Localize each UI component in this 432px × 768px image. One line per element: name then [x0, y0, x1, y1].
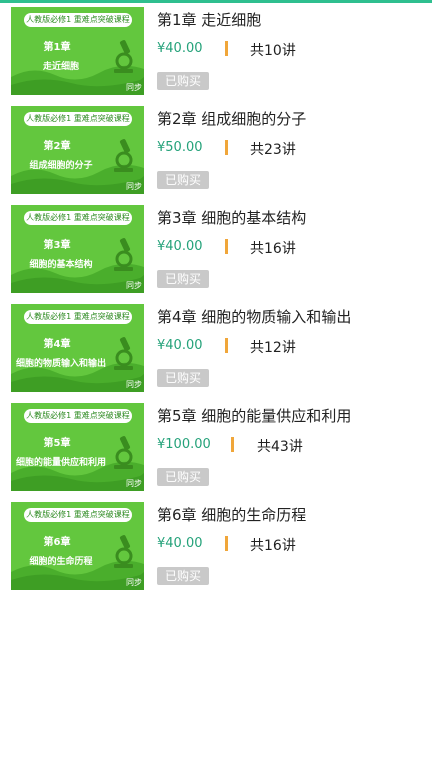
purchased-badge: 已购买: [157, 72, 209, 90]
course-title[interactable]: 第6章 细胞的生命历程: [157, 504, 306, 525]
microscope-icon: [114, 139, 133, 172]
sync-tag-label: 同步: [126, 182, 142, 191]
lesson-count: 共43讲: [257, 439, 303, 455]
course-row-6[interactable]: 人教版必修1 重难点突破课程 第6章 细胞的生命历程 同步 第6章 细胞的生命历…: [0, 495, 432, 594]
lesson-count: 共10讲: [250, 43, 296, 59]
course-series-banner: 人教版必修1 重难点突破课程: [24, 409, 132, 423]
course-title[interactable]: 第5章 细胞的能量供应和利用: [157, 405, 351, 426]
thumbnail-chapter-label: 第4章: [43, 339, 71, 350]
course-title[interactable]: 第1章 走近细胞: [157, 9, 261, 30]
lesson-count: 共16讲: [250, 538, 296, 554]
course-thumbnail[interactable]: 人教版必修1 重难点突破课程 第3章 细胞的基本结构 同步: [11, 205, 144, 293]
purchased-badge: 已购买: [157, 567, 209, 585]
price-separator: [225, 140, 228, 155]
course-thumbnail[interactable]: 人教版必修1 重难点突破课程 第5章 细胞的能量供应和利用 同步: [11, 403, 144, 491]
microscope-icon: [114, 535, 133, 568]
course-row-3[interactable]: 人教版必修1 重难点突破课程 第3章 细胞的基本结构 同步 第3章 细胞的基本结…: [0, 198, 432, 297]
course-price: ¥50.00: [157, 140, 203, 155]
thumbnail-chapter-subtitle: 细胞的能量供应和利用: [15, 458, 106, 468]
course-thumbnail[interactable]: 人教版必修1 重难点突破课程 第4章 细胞的物质输入和输出 同步: [11, 304, 144, 392]
lesson-count: 共23讲: [250, 142, 296, 158]
price-separator: [225, 338, 228, 353]
microscope-icon: [114, 436, 133, 469]
thumbnail-chapter-subtitle: 细胞的基本结构: [29, 260, 93, 270]
microscope-icon: [114, 238, 133, 271]
thumbnail-chapter-subtitle: 组成细胞的分子: [29, 161, 93, 171]
thumbnail-chapter-label: 第6章: [43, 537, 71, 548]
course-thumbnail[interactable]: 人教版必修1 重难点突破课程 第6章 细胞的生命历程 同步: [11, 502, 144, 590]
purchased-badge: 已购买: [157, 468, 209, 486]
thumbnail-chapter-subtitle: 走近细胞: [42, 62, 79, 72]
sync-tag-label: 同步: [126, 479, 142, 488]
sync-tag-label: 同步: [126, 578, 142, 587]
course-thumbnail[interactable]: 人教版必修1 重难点突破课程 第1章 走近细胞 同步: [11, 7, 144, 95]
course-series-banner: 人教版必修1 重难点突破课程: [24, 13, 132, 27]
lesson-count: 共16讲: [250, 241, 296, 257]
thumbnail-chapter-label: 第3章: [43, 240, 71, 251]
course-price: ¥100.00: [157, 437, 211, 452]
thumbnail-chapter-label: 第1章: [43, 42, 71, 53]
purchased-badge: 已购买: [157, 270, 209, 288]
course-row-2[interactable]: 人教版必修1 重难点突破课程 第2章 组成细胞的分子 同步 第2章 组成细胞的分…: [0, 99, 432, 198]
course-price: ¥40.00: [157, 239, 203, 254]
thumbnail-chapter-label: 第5章: [43, 438, 71, 449]
sync-tag-label: 同步: [126, 83, 142, 92]
purchased-badge: 已购买: [157, 369, 209, 387]
course-title[interactable]: 第4章 细胞的物质输入和输出: [157, 306, 351, 327]
course-price: ¥40.00: [157, 338, 203, 353]
price-separator: [225, 536, 228, 551]
course-series-banner: 人教版必修1 重难点突破课程: [24, 508, 132, 522]
microscope-icon: [114, 337, 133, 370]
course-series-banner: 人教版必修1 重难点突破课程: [24, 112, 132, 126]
course-series-banner: 人教版必修1 重难点突破课程: [24, 211, 132, 225]
course-row-4[interactable]: 人教版必修1 重难点突破课程 第4章 细胞的物质输入和输出 同步 第4章 细胞的…: [0, 297, 432, 396]
sync-tag-label: 同步: [126, 281, 142, 290]
course-title[interactable]: 第2章 组成细胞的分子: [157, 108, 306, 129]
purchased-badge: 已购买: [157, 171, 209, 189]
thumbnail-chapter-subtitle: 细胞的物质输入和输出: [15, 359, 106, 369]
lesson-count: 共12讲: [250, 340, 296, 356]
course-price: ¥40.00: [157, 536, 203, 551]
course-row-1[interactable]: 人教版必修1 重难点突破课程 第1章 走近细胞 同步 第1章 走近细胞 ¥40.…: [0, 0, 432, 99]
course-thumbnail[interactable]: 人教版必修1 重难点突破课程 第2章 组成细胞的分子 同步: [11, 106, 144, 194]
sync-tag-label: 同步: [126, 380, 142, 389]
thumbnail-chapter-label: 第2章: [43, 141, 71, 152]
course-series-banner: 人教版必修1 重难点突破课程: [24, 310, 132, 324]
course-row-5[interactable]: 人教版必修1 重难点突破课程 第5章 细胞的能量供应和利用 同步 第5章 细胞的…: [0, 396, 432, 495]
course-price: ¥40.00: [157, 41, 203, 56]
course-title[interactable]: 第3章 细胞的基本结构: [157, 207, 306, 228]
thumbnail-chapter-subtitle: 细胞的生命历程: [29, 557, 93, 567]
price-separator: [231, 437, 234, 452]
price-separator: [225, 41, 228, 56]
price-separator: [225, 239, 228, 254]
microscope-icon: [114, 40, 133, 73]
